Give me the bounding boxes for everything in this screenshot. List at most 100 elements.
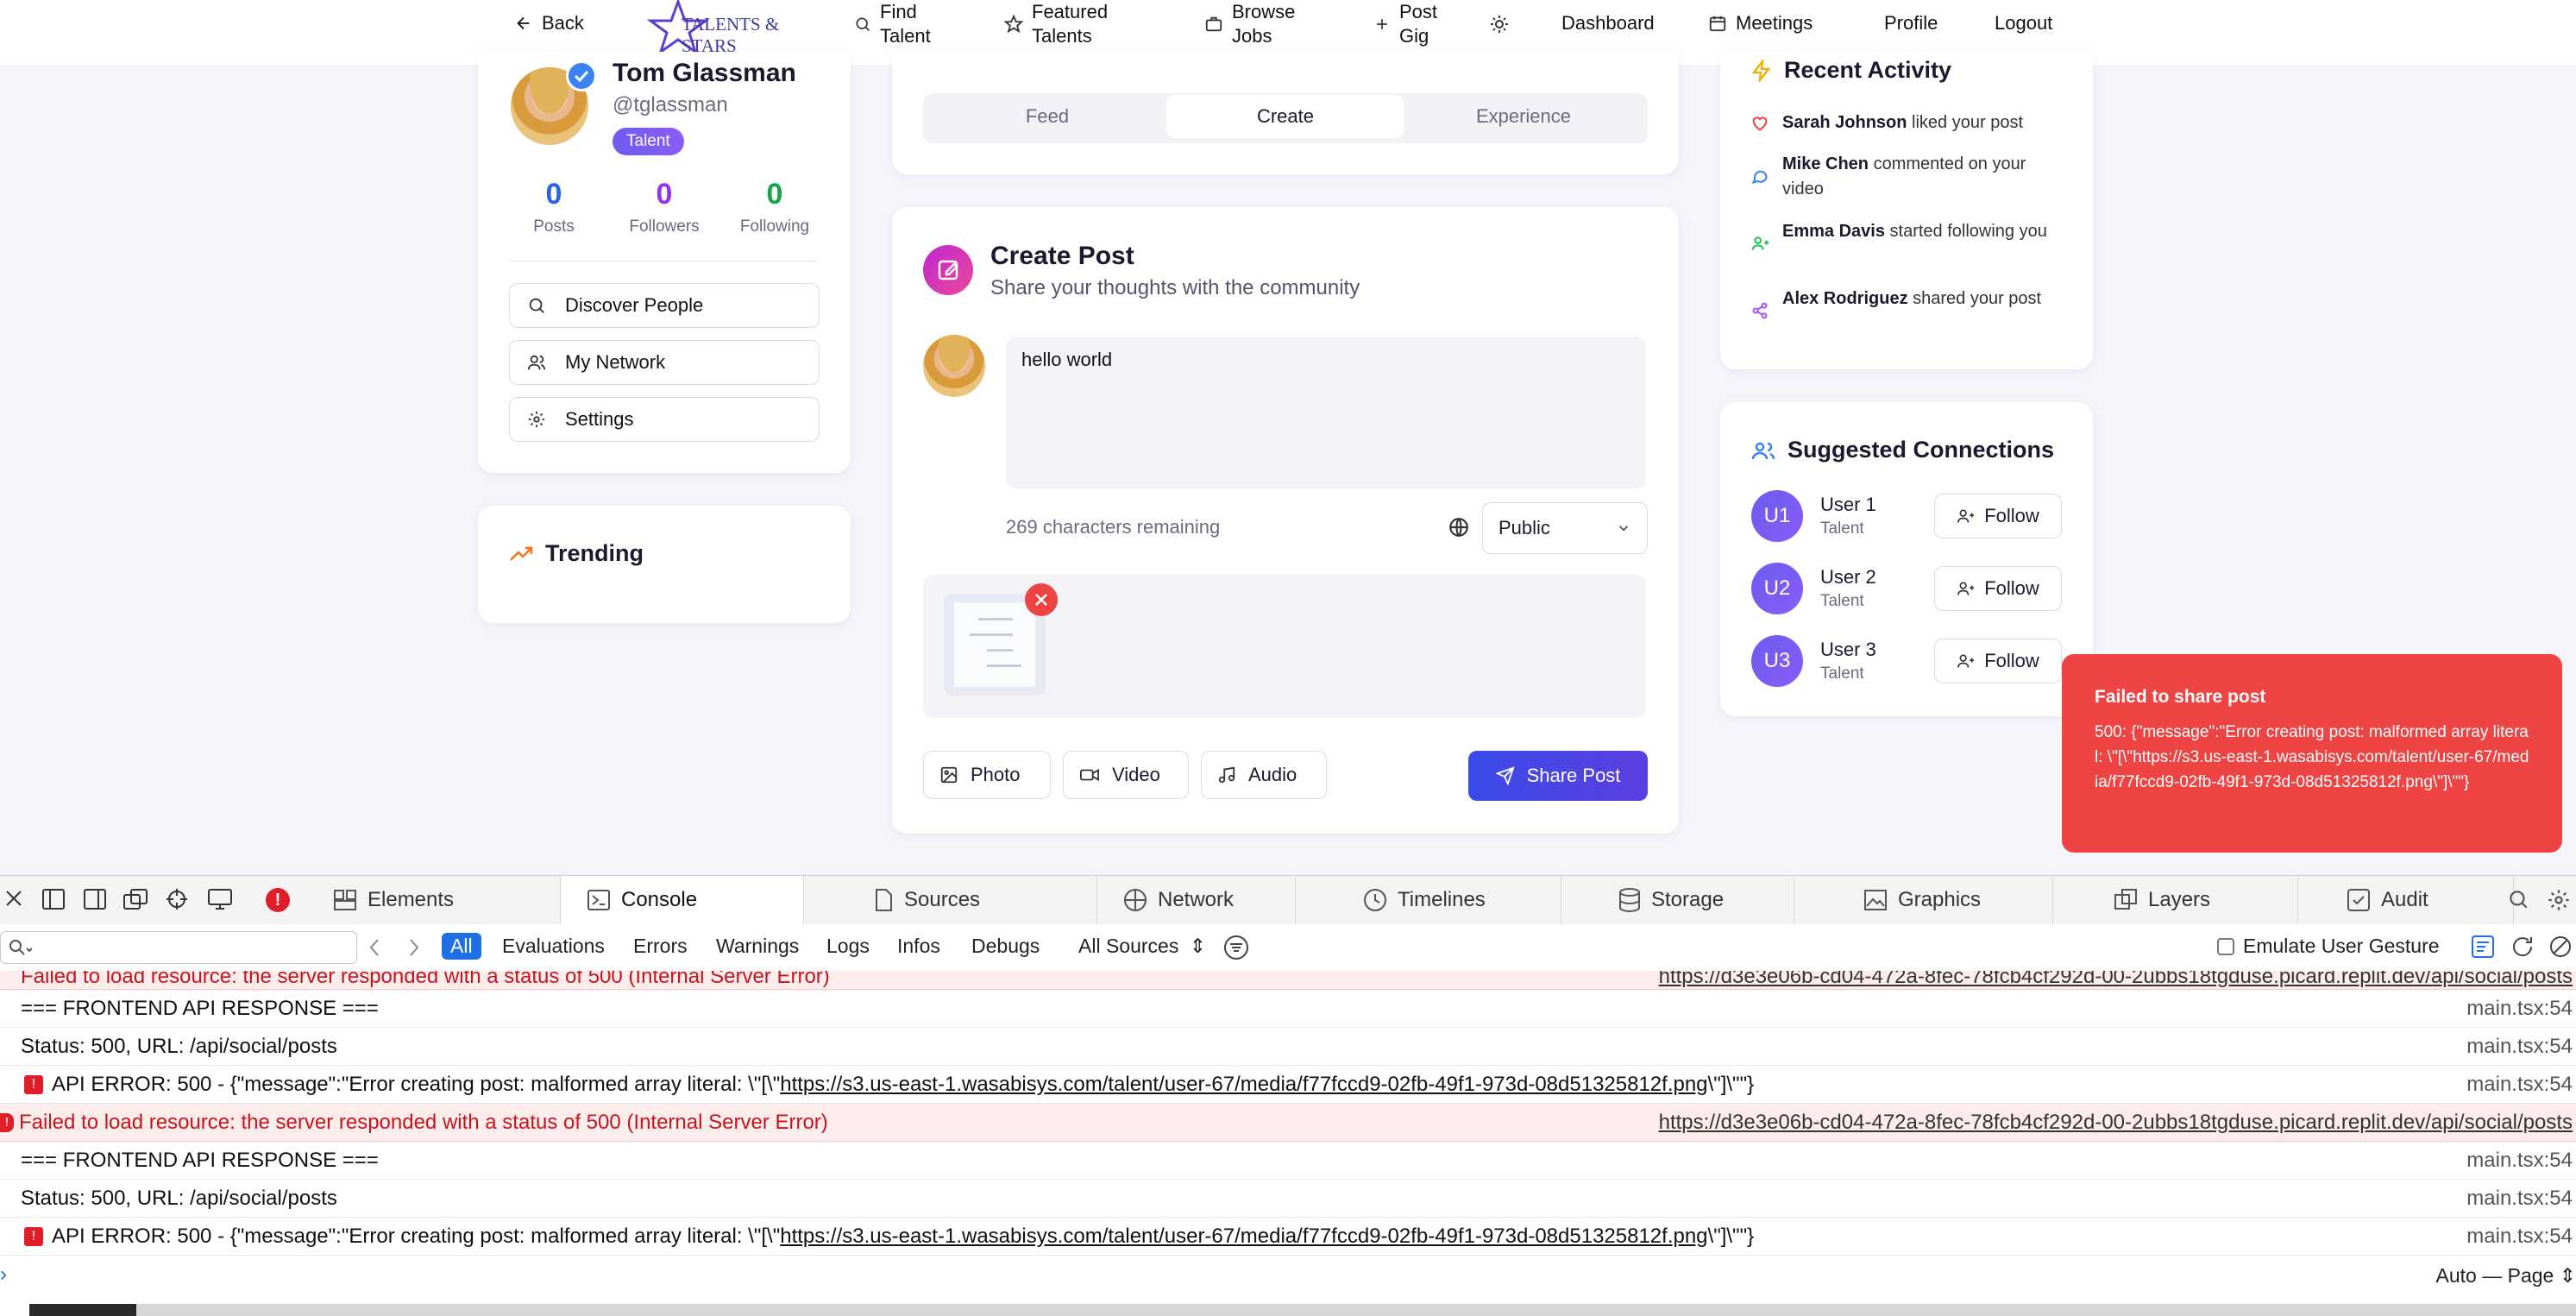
nav-find-talent[interactable]: Find Talent [854, 0, 931, 48]
activity-item: Emma Davis started following you [1751, 219, 2070, 250]
activity-user: Emma Davis [1782, 222, 1885, 241]
console-row: === FRONTEND API RESPONSE === main.tsx:5… [0, 1142, 2576, 1180]
nav-find-talent-line2: Talent [880, 25, 931, 47]
console-source-link[interactable]: main.tsx:54 [2466, 997, 2573, 1021]
console-source-link[interactable]: main.tsx:54 [2466, 1187, 2573, 1211]
clear-console-icon[interactable] [2548, 935, 2573, 963]
filter-infos[interactable]: Infos [897, 935, 940, 958]
close-icon[interactable] [3, 888, 24, 913]
nav-featured-talents[interactable]: Featured Talents [1004, 0, 1108, 48]
send-icon [1495, 766, 1515, 785]
preserve-log-icon[interactable] [2471, 935, 2495, 963]
filter-debugs[interactable]: Debugs [971, 935, 1040, 958]
console-message-prefix: API ERROR: 500 - {"message":"Error creat… [52, 1072, 781, 1096]
console-prompt[interactable]: › Auto — Page ⇕ [0, 1256, 2576, 1294]
activity-user: Sarah Johnson [1782, 113, 1907, 132]
filter-evaluations[interactable]: Evaluations [502, 935, 605, 958]
back-label: Back [542, 12, 584, 34]
console-filter-input[interactable] [0, 931, 357, 964]
nav-dashboard[interactable]: Dashboard [1561, 11, 1655, 35]
devtab-sources[interactable]: Sources [847, 876, 1097, 924]
console-message-link[interactable]: https://s3.us-east-1.wasabisys.com/talen… [780, 1073, 1707, 1097]
filter-logs[interactable]: Logs [826, 935, 870, 958]
devtab-timelines[interactable]: Timelines [1337, 876, 1561, 924]
settings-button[interactable]: Settings [509, 397, 820, 442]
video-button[interactable]: Video [1063, 751, 1189, 799]
filter-options-icon[interactable] [1223, 935, 1249, 965]
filter-errors[interactable]: Errors [633, 935, 688, 958]
emulate-gesture-checkbox[interactable]: Emulate User Gesture [2217, 935, 2440, 958]
dock-bottom-icon[interactable] [41, 888, 66, 915]
video-label: Video [1112, 764, 1160, 785]
role-badge: Talent [613, 128, 684, 155]
crosshair-icon[interactable] [166, 888, 188, 915]
back-button[interactable]: Back [514, 11, 584, 35]
console-source-link[interactable]: main.tsx:54 [2466, 1149, 2573, 1173]
filter-warnings[interactable]: Warnings [716, 935, 799, 958]
error-count-icon[interactable]: ! [266, 888, 290, 912]
console-source-link[interactable]: https://d3e3e06b-cd04-472a-8fec-78fcb4cf… [1659, 971, 2573, 989]
sun-icon [1489, 14, 1510, 35]
console-message-link[interactable]: https://s3.us-east-1.wasabisys.com/talen… [780, 1225, 1707, 1249]
devtab-storage[interactable]: Storage [1593, 876, 1794, 924]
console-source-link[interactable]: main.tsx:54 [2466, 1035, 2573, 1059]
nav-browse-jobs[interactable]: Browse Jobs [1204, 0, 1295, 48]
user-plus-icon [1957, 580, 1976, 597]
nav-meetings[interactable]: Meetings [1708, 11, 1813, 35]
execution-context-select[interactable]: Auto — Page ⇕ [2436, 1264, 2576, 1288]
remove-image-button[interactable] [1025, 583, 1058, 616]
nav-post-gig[interactable]: Post Gig [1373, 0, 1437, 48]
tab-create[interactable]: Create [1166, 95, 1404, 138]
nav-dashboard-label: Dashboard [1561, 12, 1655, 34]
error-toast[interactable]: Failed to share post 500: {"message":"Er… [2062, 654, 2562, 853]
user-avatar: U3 [1751, 635, 1803, 687]
search-icon[interactable] [2507, 888, 2529, 915]
devtab-network[interactable]: Network [1097, 876, 1296, 924]
activity-item: Alex Rodriguez shared your post [1751, 286, 2070, 319]
tab-experience[interactable]: Experience [1404, 95, 1643, 138]
device-icon[interactable] [207, 888, 233, 915]
site-logo[interactable]: TALENTS & STARS [646, 0, 816, 56]
console-source-link[interactable]: main.tsx:54 [2466, 1225, 2573, 1249]
discover-people-button[interactable]: Discover People [509, 283, 820, 328]
devtab-elements-label: Elements [368, 888, 455, 911]
gear-icon[interactable] [2547, 888, 2571, 916]
console-source-link[interactable]: https://d3e3e06b-cd04-472a-8fec-78fcb4cf… [1659, 1111, 2573, 1135]
follow-button[interactable]: Follow [1934, 639, 2062, 683]
chevron-right-icon[interactable] [404, 936, 423, 963]
my-network-button[interactable]: My Network [509, 340, 820, 385]
globe-icon [1448, 516, 1470, 538]
filter-all[interactable]: All [442, 933, 481, 960]
console-message-suffix: \"]\""} [1707, 1072, 1755, 1096]
star-icon [1004, 15, 1023, 34]
visibility-select[interactable]: Public [1482, 502, 1648, 554]
edit-icon [923, 245, 973, 295]
dock-side-icon[interactable] [83, 888, 107, 915]
follow-button[interactable]: Follow [1934, 566, 2062, 611]
post-textarea[interactable]: hello world [1006, 337, 1646, 488]
devtab-layers[interactable]: Layers [2088, 876, 2298, 924]
nav-logout[interactable]: Logout [1995, 11, 2052, 35]
devtab-console[interactable]: Console [561, 876, 804, 924]
photo-button[interactable]: Photo [923, 751, 1051, 799]
devtab-graphics[interactable]: Graphics [1838, 876, 2053, 924]
console-source-link[interactable]: main.tsx:54 [2466, 1073, 2573, 1097]
devtab-audit[interactable]: Audit [2321, 876, 2514, 924]
activity-text: shared your post [1907, 289, 2042, 308]
reload-icon[interactable] [2510, 935, 2535, 963]
undock-icon[interactable] [123, 888, 148, 915]
activity-item: Sarah Johnson liked your post [1751, 110, 2070, 135]
nav-profile[interactable]: Profile [1884, 11, 1938, 35]
nav-find-talent-line1: Find [880, 1, 917, 22]
share-post-button[interactable]: Share Post [1468, 751, 1648, 801]
all-sources-select[interactable]: All Sources ⇕ [1078, 935, 1206, 958]
chevron-left-icon[interactable] [366, 936, 385, 963]
devtab-elements[interactable]: Elements [307, 876, 561, 924]
console-message: Failed to load resource: the server resp… [19, 1110, 828, 1134]
follow-label: Follow [1984, 650, 2039, 671]
create-post-subtitle: Share your thoughts with the community [990, 276, 1360, 299]
tab-feed[interactable]: Feed [928, 95, 1166, 138]
audio-button[interactable]: Audio [1201, 751, 1327, 799]
follow-button[interactable]: Follow [1934, 494, 2062, 538]
theme-toggle[interactable] [1489, 14, 1510, 35]
